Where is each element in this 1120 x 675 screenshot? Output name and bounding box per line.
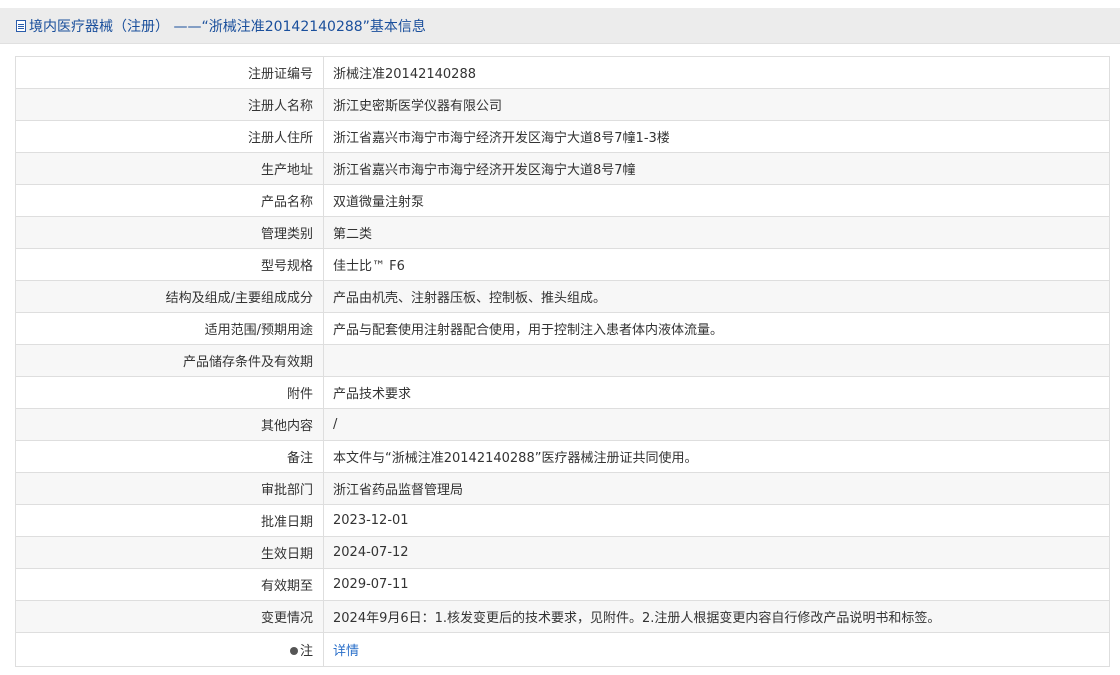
table-row: 适用范围/预期用途 产品与配套使用注射器配合使用，用于控制注入患者体内液体流量。 [15, 312, 1110, 345]
row-label: 变更情况 [15, 600, 324, 633]
table-row: 产品名称 双道微量注射泵 [15, 184, 1110, 217]
row-label: 结构及组成/主要组成成分 [15, 280, 324, 313]
table-row: 产品储存条件及有效期 [15, 344, 1110, 377]
details-link[interactable]: 详情 [333, 644, 359, 659]
row-value: 产品由机壳、注射器压板、控制板、推头组成。 [323, 280, 1110, 313]
table-row: 生效日期 2024-07-12 [15, 536, 1110, 569]
table-row: 审批部门 浙江省药品监督管理局 [15, 472, 1110, 505]
note-label: 注 [299, 644, 313, 659]
row-value: 浙江省药品监督管理局 [323, 472, 1110, 505]
table-row: 型号规格 佳士比™ F6 [15, 248, 1110, 281]
row-label: 型号规格 [15, 248, 324, 281]
row-label: 附件 [15, 376, 324, 409]
row-label: 管理类别 [15, 216, 324, 249]
note-value-cell: 详情 [323, 632, 1110, 667]
row-label: 生产地址 [15, 152, 324, 185]
table-row: 结构及组成/主要组成成分 产品由机壳、注射器压板、控制板、推头组成。 [15, 280, 1110, 313]
page-header: 境内医疗器械（注册） ——“浙械注准20142140288”基本信息 [0, 8, 1120, 44]
note-row: 注 详情 [15, 632, 1110, 667]
info-table: 注册证编号 浙械注准20142140288 注册人名称 浙江史密斯医学仪器有限公… [15, 56, 1110, 667]
row-label: 产品储存条件及有效期 [15, 344, 324, 377]
top-strip [0, 0, 1120, 8]
table-row: 注册证编号 浙械注准20142140288 [15, 56, 1110, 89]
table-row: 变更情况 2024年9月6日：1.核发变更后的技术要求，见附件。2.注册人根据变… [15, 600, 1110, 633]
row-value: 本文件与“浙械注准20142140288”医疗器械注册证共同使用。 [323, 440, 1110, 473]
table-row: 附件 产品技术要求 [15, 376, 1110, 409]
row-label: 批准日期 [15, 504, 324, 537]
table-row: 批准日期 2023-12-01 [15, 504, 1110, 537]
row-value: 2029-07-11 [323, 568, 1110, 601]
row-label: 注册人名称 [15, 88, 324, 121]
row-value [323, 344, 1110, 377]
row-value: 浙江史密斯医学仪器有限公司 [323, 88, 1110, 121]
row-value: 浙江省嘉兴市海宁市海宁经济开发区海宁大道8号7幢1-3楼 [323, 120, 1110, 153]
row-label: 产品名称 [15, 184, 324, 217]
row-value: 浙械注准20142140288 [323, 56, 1110, 89]
row-label: 审批部门 [15, 472, 324, 505]
table-row: 管理类别 第二类 [15, 216, 1110, 249]
row-label: 其他内容 [15, 408, 324, 441]
row-value: 佳士比™ F6 [323, 248, 1110, 281]
row-value: 双道微量注射泵 [323, 184, 1110, 217]
row-value: / [323, 408, 1110, 441]
table-row: 其他内容 / [15, 408, 1110, 441]
table-row: 注册人住所 浙江省嘉兴市海宁市海宁经济开发区海宁大道8号7幢1-3楼 [15, 120, 1110, 153]
note-label-cell: 注 [15, 632, 324, 667]
row-label: 生效日期 [15, 536, 324, 569]
table-row: 备注 本文件与“浙械注准20142140288”医疗器械注册证共同使用。 [15, 440, 1110, 473]
table-row: 注册人名称 浙江史密斯医学仪器有限公司 [15, 88, 1110, 121]
row-label: 备注 [15, 440, 324, 473]
row-value: 第二类 [323, 216, 1110, 249]
table-row: 有效期至 2029-07-11 [15, 568, 1110, 601]
row-label: 适用范围/预期用途 [15, 312, 324, 345]
row-value: 2023-12-01 [323, 504, 1110, 537]
page-bottom [0, 670, 1120, 675]
row-value: 2024年9月6日：1.核发变更后的技术要求，见附件。2.注册人根据变更内容自行… [323, 600, 1110, 633]
row-value: 产品技术要求 [323, 376, 1110, 409]
note-icon [289, 647, 298, 655]
row-label: 有效期至 [15, 568, 324, 601]
table-row: 生产地址 浙江省嘉兴市海宁市海宁经济开发区海宁大道8号7幢 [15, 152, 1110, 185]
row-value: 浙江省嘉兴市海宁市海宁经济开发区海宁大道8号7幢 [323, 152, 1110, 185]
info-table-body: 注册证编号 浙械注准20142140288 注册人名称 浙江史密斯医学仪器有限公… [15, 56, 1110, 667]
row-value: 产品与配套使用注射器配合使用，用于控制注入患者体内液体流量。 [323, 312, 1110, 345]
document-icon [16, 19, 26, 32]
row-label: 注册人住所 [15, 120, 324, 153]
page-title: 境内医疗器械（注册） ——“浙械注准20142140288”基本信息 [29, 18, 426, 35]
row-label: 注册证编号 [15, 56, 324, 89]
row-value: 2024-07-12 [323, 536, 1110, 569]
